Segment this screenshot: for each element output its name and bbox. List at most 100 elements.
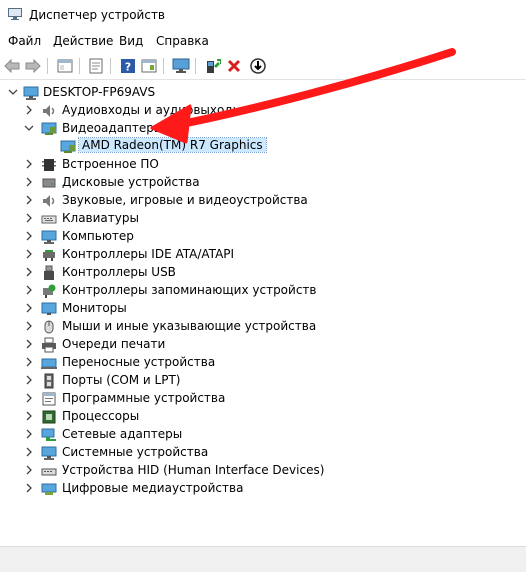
- storage-controller-icon: [43, 284, 56, 298]
- audio-icon: [43, 105, 55, 117]
- chevron-right-icon[interactable]: [23, 338, 35, 350]
- menu-view[interactable]: Вид: [119, 34, 143, 48]
- show-hide-console-tree-icon: [57, 59, 73, 73]
- chevron-right-icon[interactable]: [23, 374, 35, 386]
- tree-item-processors[interactable]: Процессоры: [0, 408, 526, 426]
- chevron-right-icon[interactable]: [23, 320, 35, 332]
- tree-item-label: Мониторы: [62, 301, 127, 315]
- chevron-right-icon[interactable]: [23, 446, 35, 458]
- tree-item-label: Контроллеры IDE ATA/ATAPI: [62, 247, 235, 261]
- tree-item-monitors[interactable]: Мониторы: [0, 300, 526, 318]
- network-adapter-icon: [41, 428, 56, 441]
- port-icon: [44, 373, 54, 389]
- tree-item-label: Очереди печати: [62, 337, 166, 351]
- tree-item-computer[interactable]: Компьютер: [0, 228, 526, 246]
- keyboard-icon: [41, 215, 57, 224]
- tree-item-label: Контроллеры запоминающих устройств: [62, 283, 317, 297]
- tree-item-hid[interactable]: Устройства HID (Human Interface Devices): [0, 462, 526, 480]
- update-driver-button[interactable]: [203, 56, 223, 76]
- back-button[interactable]: [2, 56, 22, 76]
- media-device-icon: [41, 483, 57, 495]
- forward-icon: [25, 59, 41, 73]
- chevron-right-icon[interactable]: [23, 212, 35, 224]
- chevron-right-icon[interactable]: [23, 176, 35, 188]
- tree-item-keyboards[interactable]: Клавиатуры: [0, 210, 526, 228]
- disable-device-button[interactable]: [248, 56, 268, 76]
- help-button[interactable]: ?: [118, 56, 138, 76]
- tree-item-firmware[interactable]: Встроенное ПО: [0, 156, 526, 174]
- chevron-right-icon[interactable]: [23, 428, 35, 440]
- scan-hardware-button[interactable]: [171, 56, 191, 76]
- tree-item-system[interactable]: Системные устройства: [0, 444, 526, 462]
- tree-root[interactable]: DESKTOP-FP69AVS: [0, 84, 526, 102]
- update-driver-icon: [207, 59, 221, 73]
- chevron-right-icon[interactable]: [23, 284, 35, 296]
- tree-item-ide[interactable]: Контроллеры IDE ATA/ATAPI: [0, 246, 526, 264]
- menu-action[interactable]: Действие: [53, 34, 113, 48]
- chevron-right-icon[interactable]: [23, 356, 35, 368]
- tree-item-label: Аудиовходы и аудиовыходы: [62, 103, 243, 117]
- tree-item-media[interactable]: Цифровые медиаустройства: [0, 480, 526, 498]
- chevron-right-icon[interactable]: [23, 104, 35, 116]
- tree-root-label: DESKTOP-FP69AVS: [43, 85, 156, 99]
- computer-icon: [23, 86, 39, 100]
- mouse-icon: [44, 320, 54, 334]
- tree-item-audio[interactable]: Аудиовходы и аудиовыходы: [0, 102, 526, 120]
- chevron-right-icon[interactable]: [23, 266, 35, 278]
- chevron-down-icon[interactable]: [23, 122, 35, 134]
- chevron-right-icon[interactable]: [23, 464, 35, 476]
- tree-item-label: Процессоры: [62, 409, 140, 423]
- chevron-right-icon[interactable]: [23, 248, 35, 260]
- forward-button[interactable]: [23, 56, 43, 76]
- tree-item-label: AMD Radeon(TM) R7 Graphics: [78, 137, 267, 153]
- tree-item-label: Устройства HID (Human Interface Devices): [62, 463, 325, 477]
- toolbar: ?: [0, 53, 526, 80]
- menu-help[interactable]: Справка: [156, 34, 209, 48]
- tree-item-mice[interactable]: Мыши и иные указывающие устройства: [0, 318, 526, 336]
- tree-item-amd-radeon[interactable]: AMD Radeon(TM) R7 Graphics: [0, 137, 526, 156]
- menu-file[interactable]: Файл: [8, 34, 41, 48]
- tree-item-label: Встроенное ПО: [62, 157, 159, 171]
- title-bar: Диспетчер устройств: [0, 0, 526, 30]
- chevron-right-icon[interactable]: [23, 230, 35, 242]
- sound-icon: [43, 195, 55, 207]
- chevron-down-icon[interactable]: [7, 86, 19, 98]
- display-adapter-icon: [60, 140, 76, 153]
- action-pane-button[interactable]: [139, 56, 159, 76]
- tree-item-disk-drives[interactable]: Дисковые устройства: [0, 174, 526, 192]
- tree-item-storage[interactable]: Контроллеры запоминающих устройств: [0, 282, 526, 300]
- chevron-right-icon[interactable]: [23, 302, 35, 314]
- firmware-icon: [42, 159, 56, 171]
- tree-item-display-adapters[interactable]: Видеоадаптеры: [0, 120, 526, 138]
- system-device-icon: [41, 446, 57, 460]
- tree-item-sound[interactable]: Звуковые, игровые и видеоустройства: [0, 192, 526, 210]
- tree-item-usb[interactable]: Контроллеры USB: [0, 264, 526, 282]
- show-hide-console-tree-button[interactable]: [55, 56, 75, 76]
- chevron-right-icon[interactable]: [23, 482, 35, 494]
- chevron-right-icon[interactable]: [23, 392, 35, 404]
- monitor-icon: [41, 302, 57, 315]
- chevron-right-icon[interactable]: [23, 158, 35, 170]
- portable-device-icon: [41, 358, 57, 369]
- ide-controller-icon: [43, 250, 55, 261]
- disable-device-icon: [250, 58, 266, 74]
- tree-item-label: Дисковые устройства: [62, 175, 200, 189]
- properties-icon: [89, 58, 103, 74]
- tree-item-label: Мыши и иные указывающие устройства: [62, 319, 317, 333]
- status-bar: [0, 546, 526, 572]
- chevron-right-icon[interactable]: [23, 194, 35, 206]
- uninstall-button[interactable]: [224, 56, 244, 76]
- tree-item-print-queues[interactable]: Очереди печати: [0, 336, 526, 354]
- tree-item-label: Сетевые адаптеры: [62, 427, 183, 441]
- properties-button[interactable]: [86, 56, 106, 76]
- chevron-right-icon[interactable]: [23, 410, 35, 422]
- back-icon: [4, 59, 20, 73]
- tree-item-software[interactable]: Программные устройства: [0, 390, 526, 408]
- computer-icon: [41, 230, 57, 244]
- tree-item-ports[interactable]: Порты (COM и LPT): [0, 372, 526, 390]
- tree-item-portable[interactable]: Переносные устройства: [0, 354, 526, 372]
- device-manager-icon: [8, 8, 22, 20]
- tree-item-network[interactable]: Сетевые адаптеры: [0, 426, 526, 444]
- uninstall-icon: [227, 59, 241, 73]
- window-title: Диспетчер устройств: [29, 8, 166, 22]
